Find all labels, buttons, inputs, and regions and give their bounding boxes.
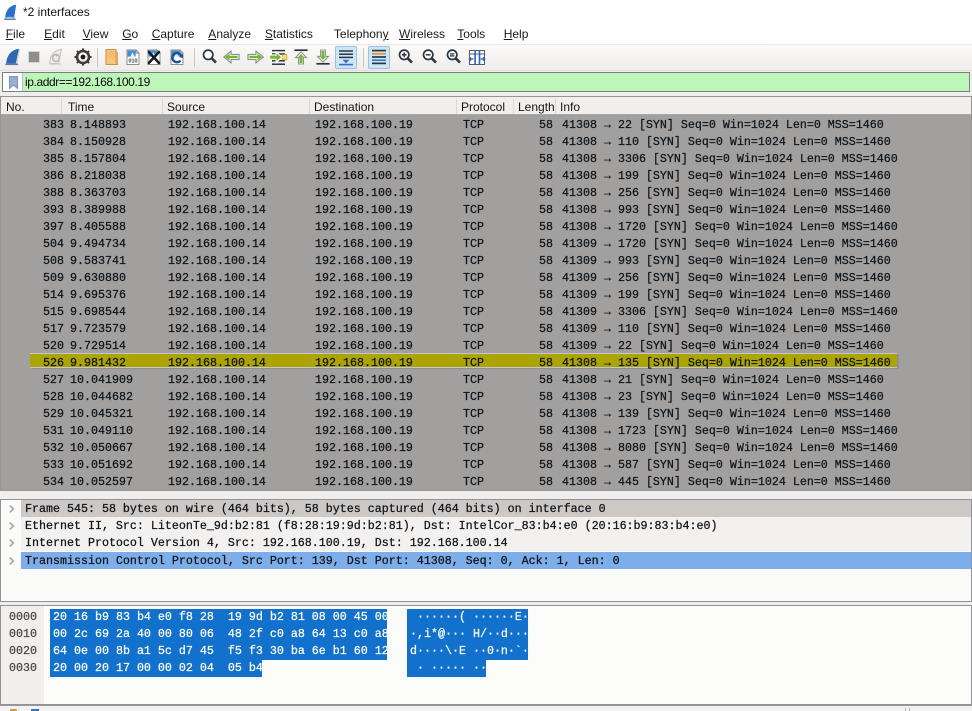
svg-text:010: 010	[128, 59, 137, 65]
